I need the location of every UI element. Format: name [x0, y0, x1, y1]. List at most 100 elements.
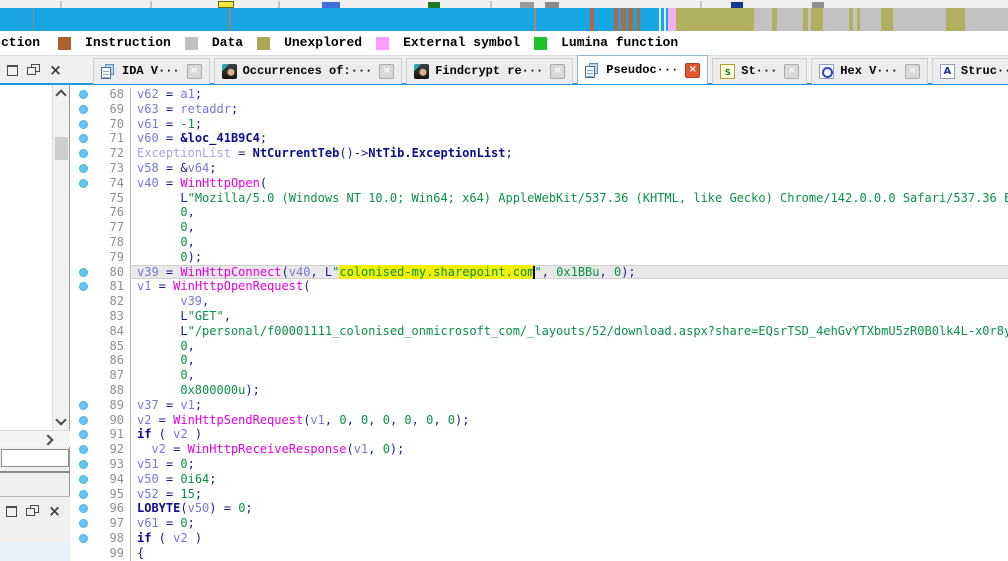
breakpoint-gutter[interactable]: [70, 205, 96, 220]
breakpoint-gutter[interactable]: [70, 309, 96, 324]
dock-icon[interactable]: [3, 62, 24, 79]
code-line[interactable]: 83 L"GET",: [70, 309, 1008, 324]
breakpoint-dot[interactable]: [70, 442, 96, 457]
breakpoint-gutter[interactable]: [70, 383, 96, 398]
code-line[interactable]: 69v63 = retaddr;: [70, 102, 1008, 117]
code-line[interactable]: 72ExceptionList = NtCurrentTeb()->NtTib.…: [70, 146, 1008, 161]
code-line[interactable]: 92 v2 = WinHttpReceiveResponse(v1, 0);: [70, 442, 1008, 457]
panel-divider[interactable]: [0, 471, 70, 473]
restore-icon[interactable]: [24, 62, 45, 79]
code-line[interactable]: 89v37 = v1;: [70, 398, 1008, 413]
tab-close-button[interactable]: ×: [905, 64, 920, 79]
breakpoint-dot[interactable]: [70, 176, 96, 191]
breakpoint-gutter[interactable]: [70, 235, 96, 250]
breakpoint-dot[interactable]: [70, 531, 96, 546]
vertical-scrollbar[interactable]: [52, 85, 69, 430]
restore-icon[interactable]: [23, 503, 44, 520]
code-line[interactable]: 97v61 = 0;: [70, 516, 1008, 531]
breakpoint-dot[interactable]: [70, 516, 96, 531]
tab-hexview[interactable]: Hex V···×: [811, 58, 928, 84]
code-line[interactable]: 71v60 = &loc_41B9C4;: [70, 131, 1008, 146]
code-token: if: [137, 427, 151, 441]
code-line[interactable]: 68v62 = a1;: [70, 87, 1008, 102]
breakpoint-dot[interactable]: [70, 427, 96, 442]
code-line[interactable]: 90v2 = WinHttpSendRequest(v1, 0, 0, 0, 0…: [70, 413, 1008, 428]
left-panel-viewport[interactable]: [0, 85, 52, 430]
code-line[interactable]: 91if ( v2 ): [70, 427, 1008, 442]
code-line[interactable]: 81v1 = WinHttpOpenRequest(: [70, 279, 1008, 294]
breakpoint-dot[interactable]: [70, 279, 96, 294]
breakpoint-dot[interactable]: [70, 87, 96, 102]
dock-icon[interactable]: [2, 503, 23, 520]
tab-close-button[interactable]: ×: [685, 63, 700, 78]
navigation-band[interactable]: [0, 8, 1008, 31]
legend-bar: ction InstructionDataUnexploredExternal …: [0, 31, 1008, 55]
breakpoint-gutter[interactable]: [70, 546, 96, 561]
code-line[interactable]: 86 0,: [70, 353, 1008, 368]
scrollbar-thumb[interactable]: [55, 137, 68, 160]
code-line[interactable]: 74v40 = WinHttpOpen(: [70, 176, 1008, 191]
code-line[interactable]: 87 0,: [70, 368, 1008, 383]
scroll-down-button[interactable]: [53, 413, 69, 430]
tab-close-button[interactable]: ×: [550, 64, 565, 79]
tab-ida-view[interactable]: IDA V···×: [93, 58, 210, 84]
code-line[interactable]: 77 0,: [70, 220, 1008, 235]
toolbar-fragment: [490, 1, 492, 8]
horizontal-scrollbar[interactable]: [0, 430, 70, 447]
code-line[interactable]: 73v58 = &v64;: [70, 161, 1008, 176]
panel-filter-input[interactable]: [1, 449, 69, 467]
breakpoint-gutter[interactable]: [70, 324, 96, 339]
breakpoint-dot[interactable]: [70, 131, 96, 146]
tab-findcrypt[interactable]: Findcrypt re···×: [406, 58, 573, 84]
breakpoint-gutter[interactable]: [70, 294, 96, 309]
breakpoint-dot[interactable]: [70, 161, 96, 176]
tab-strings[interactable]: St···×: [712, 58, 807, 84]
breakpoint-dot[interactable]: [70, 501, 96, 516]
tab-structures[interactable]: Struc···×: [932, 58, 1008, 84]
line-number: 87: [96, 368, 130, 383]
scroll-up-button[interactable]: [53, 85, 69, 102]
breakpoint-dot[interactable]: [70, 413, 96, 428]
breakpoint-dot[interactable]: [70, 472, 96, 487]
close-icon[interactable]: [44, 503, 65, 520]
code-line[interactable]: 79 0);: [70, 250, 1008, 265]
breakpoint-gutter[interactable]: [70, 220, 96, 235]
breakpoint-dot[interactable]: [70, 487, 96, 502]
code-line[interactable]: 88 0x800000u);: [70, 383, 1008, 398]
tab-close-button[interactable]: ×: [187, 64, 202, 79]
close-icon[interactable]: [45, 62, 66, 79]
breakpoint-dot[interactable]: [70, 146, 96, 161]
code-line[interactable]: 75 L"Mozilla/5.0 (Windows NT 10.0; Win64…: [70, 191, 1008, 206]
code-line[interactable]: 70v61 = -1;: [70, 117, 1008, 132]
code-text: 0x800000u);: [130, 383, 1008, 398]
code-line[interactable]: 76 0,: [70, 205, 1008, 220]
tab-occurrences[interactable]: Occurrences of:···×: [214, 58, 403, 84]
code-line[interactable]: 96LOBYTE(v50) = 0;: [70, 501, 1008, 516]
pseudocode-pane[interactable]: 68v62 = a1;69v63 = retaddr;70v61 = -1;71…: [70, 85, 1008, 561]
code-token: (: [151, 531, 173, 545]
code-line[interactable]: 93v51 = 0;: [70, 457, 1008, 472]
code-line[interactable]: 84 L"/personal/f00001111_colonised_onmic…: [70, 324, 1008, 339]
code-line[interactable]: 78 0,: [70, 235, 1008, 250]
breakpoint-gutter[interactable]: [70, 368, 96, 383]
breakpoint-gutter[interactable]: [70, 339, 96, 354]
breakpoint-gutter[interactable]: [70, 191, 96, 206]
tab-close-button[interactable]: ×: [784, 64, 799, 79]
breakpoint-dot[interactable]: [70, 457, 96, 472]
scroll-right-button[interactable]: [42, 434, 56, 446]
breakpoint-gutter[interactable]: [70, 250, 96, 265]
breakpoint-dot[interactable]: [70, 265, 96, 280]
tab-pseudocode[interactable]: Pseudoc···×: [577, 55, 708, 84]
code-line[interactable]: 82 v39,: [70, 294, 1008, 309]
code-line[interactable]: 85 0,: [70, 339, 1008, 354]
breakpoint-gutter[interactable]: [70, 353, 96, 368]
code-line[interactable]: 99{: [70, 546, 1008, 561]
breakpoint-dot[interactable]: [70, 117, 96, 132]
breakpoint-dot[interactable]: [70, 102, 96, 117]
code-line[interactable]: 95v52 = 15;: [70, 487, 1008, 502]
code-line[interactable]: 98if ( v2 ): [70, 531, 1008, 546]
code-line[interactable]: 94v50 = 0i64;: [70, 472, 1008, 487]
tab-close-button[interactable]: ×: [379, 64, 394, 79]
code-line[interactable]: 80v39 = WinHttpConnect(v40, L"colonised-…: [70, 265, 1008, 280]
breakpoint-dot[interactable]: [70, 398, 96, 413]
